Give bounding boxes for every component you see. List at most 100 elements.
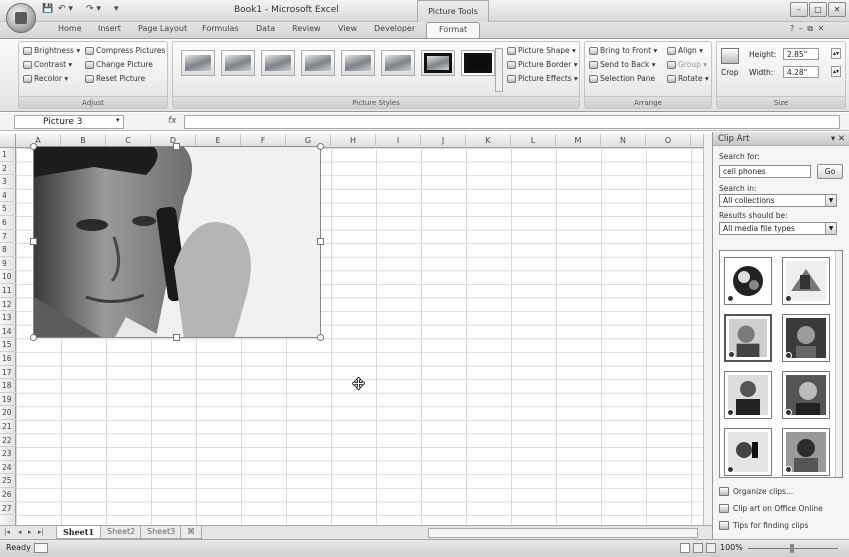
crop-button[interactable]: Crop xyxy=(721,68,739,77)
column-header[interactable]: O xyxy=(646,134,691,148)
column-header[interactable]: K xyxy=(466,134,511,148)
ribbon-help-controls[interactable]: ? – ⧉ ✕ xyxy=(790,24,825,34)
row-header[interactable]: 2 xyxy=(0,162,16,176)
row-header[interactable]: 20 xyxy=(0,406,16,420)
tab-developer[interactable]: Developer xyxy=(374,24,415,33)
next-sheet-button[interactable]: ▸ xyxy=(28,528,32,536)
row-header[interactable]: 24 xyxy=(0,461,16,475)
row-header[interactable]: 1 xyxy=(0,148,16,162)
pane-close-button[interactable]: ▾ ✕ xyxy=(831,134,845,144)
rotate-button[interactable]: Rotate ▾ xyxy=(667,74,709,83)
tab-review[interactable]: Review xyxy=(292,24,321,33)
send-to-back-button[interactable]: Send to Back ▾ xyxy=(589,60,656,69)
picture-shape-button[interactable]: Picture Shape ▾ xyxy=(507,46,576,55)
row-header[interactable]: 7 xyxy=(0,230,16,244)
undo-icon[interactable]: ↶ ▾ xyxy=(58,4,73,18)
minimize-button[interactable]: – xyxy=(790,2,808,17)
row-header[interactable]: 5 xyxy=(0,202,16,216)
row-header[interactable]: 19 xyxy=(0,393,16,407)
row-header[interactable]: 12 xyxy=(0,298,16,312)
go-button[interactable]: Go xyxy=(817,164,843,179)
horizontal-scrollbar[interactable] xyxy=(428,528,698,538)
maximize-button[interactable]: □ xyxy=(809,2,827,17)
page-layout-view-icon[interactable] xyxy=(693,543,703,553)
zoom-slider-thumb[interactable] xyxy=(790,544,794,553)
insert-function-icon[interactable]: fx xyxy=(168,116,177,126)
page-break-view-icon[interactable] xyxy=(706,543,716,553)
row-header[interactable]: 13 xyxy=(0,311,16,325)
tips-link[interactable]: Tips for finding clips xyxy=(719,521,808,530)
tab-home[interactable]: Home xyxy=(58,24,82,33)
row-header[interactable]: 17 xyxy=(0,366,16,380)
clip-item[interactable] xyxy=(782,257,830,305)
row-header[interactable]: 25 xyxy=(0,474,16,488)
picture-border-button[interactable]: Picture Border ▾ xyxy=(507,60,577,69)
styles-gallery-scroll[interactable] xyxy=(495,48,503,92)
picture-style-thumb[interactable] xyxy=(421,50,455,76)
tab-insert[interactable]: Insert xyxy=(98,24,121,33)
resize-handle-e[interactable] xyxy=(317,238,324,245)
results-scrollbar[interactable] xyxy=(835,251,842,477)
clip-item[interactable] xyxy=(724,428,772,476)
save-icon[interactable]: 💾 xyxy=(42,4,53,18)
row-header[interactable]: 14 xyxy=(0,325,16,339)
brightness-button[interactable]: Brightness ▾ xyxy=(23,46,80,55)
first-sheet-button[interactable]: |◂ xyxy=(4,528,10,536)
contrast-button[interactable]: Contrast ▾ xyxy=(23,60,72,69)
column-header[interactable]: H xyxy=(331,134,376,148)
resize-handle-se[interactable] xyxy=(317,334,324,341)
row-header[interactable]: 21 xyxy=(0,420,16,434)
group-button[interactable]: Group ▾ xyxy=(667,60,707,69)
chevron-down-icon[interactable]: ▼ xyxy=(825,223,836,234)
tab-view[interactable]: View xyxy=(338,24,357,33)
row-header[interactable]: 16 xyxy=(0,352,16,366)
height-field[interactable]: 2.85" xyxy=(783,48,819,60)
picture-style-thumb[interactable] xyxy=(461,50,495,76)
formula-input[interactable] xyxy=(184,115,840,129)
tab-data[interactable]: Data xyxy=(256,24,275,33)
column-header[interactable]: J xyxy=(421,134,466,148)
clip-item[interactable] xyxy=(782,371,830,419)
width-field[interactable]: 4.28" xyxy=(783,66,819,78)
picture-style-thumb[interactable] xyxy=(221,50,255,76)
row-header[interactable]: 15 xyxy=(0,338,16,352)
row-header[interactable]: 18 xyxy=(0,379,16,393)
office-button[interactable] xyxy=(6,3,36,33)
picture-style-thumb[interactable] xyxy=(261,50,295,76)
row-header[interactable]: 26 xyxy=(0,488,16,502)
prev-sheet-button[interactable]: ◂ xyxy=(18,528,22,536)
picture-style-thumb[interactable] xyxy=(381,50,415,76)
column-header[interactable]: I xyxy=(376,134,421,148)
row-header[interactable]: 3 xyxy=(0,175,16,189)
row-header[interactable]: 4 xyxy=(0,189,16,203)
selection-pane-button[interactable]: Selection Pane xyxy=(589,74,655,83)
change-picture-button[interactable]: Change Picture xyxy=(85,60,153,69)
clip-item[interactable] xyxy=(782,314,830,362)
insert-sheet-tab[interactable]: ⌘ xyxy=(180,526,202,539)
redo-icon[interactable]: ↷ ▾ xyxy=(86,4,101,18)
macro-record-icon[interactable] xyxy=(34,543,48,553)
resize-handle-sw[interactable] xyxy=(30,334,37,341)
recolor-button[interactable]: Recolor ▾ xyxy=(23,74,68,83)
picture-style-thumb[interactable] xyxy=(301,50,335,76)
row-header[interactable]: 8 xyxy=(0,243,16,257)
results-type-select[interactable]: All media file types ▼ xyxy=(719,222,837,235)
picture-style-thumb[interactable] xyxy=(181,50,215,76)
picture-effects-button[interactable]: Picture Effects ▾ xyxy=(507,74,578,83)
selected-picture[interactable] xyxy=(33,146,321,338)
chevron-down-icon[interactable]: ▼ xyxy=(825,195,836,206)
customize-qat-icon[interactable]: ▾ xyxy=(114,4,119,18)
tab-sheet1[interactable]: Sheet1 xyxy=(56,526,102,539)
resize-handle-s[interactable] xyxy=(173,334,180,341)
name-box-dropdown-icon[interactable]: ▾ xyxy=(116,116,120,124)
row-header[interactable]: 23 xyxy=(0,447,16,461)
last-sheet-button[interactable]: ▸| xyxy=(38,528,44,536)
tab-formulas[interactable]: Formulas xyxy=(202,24,239,33)
resize-handle-n[interactable] xyxy=(173,143,180,150)
select-all-corner[interactable] xyxy=(0,134,16,148)
row-header[interactable]: 6 xyxy=(0,216,16,230)
picture-style-thumb[interactable] xyxy=(341,50,375,76)
reset-picture-button[interactable]: Reset Picture xyxy=(85,74,145,83)
row-header[interactable]: 27 xyxy=(0,502,16,516)
clip-item[interactable] xyxy=(724,371,772,419)
